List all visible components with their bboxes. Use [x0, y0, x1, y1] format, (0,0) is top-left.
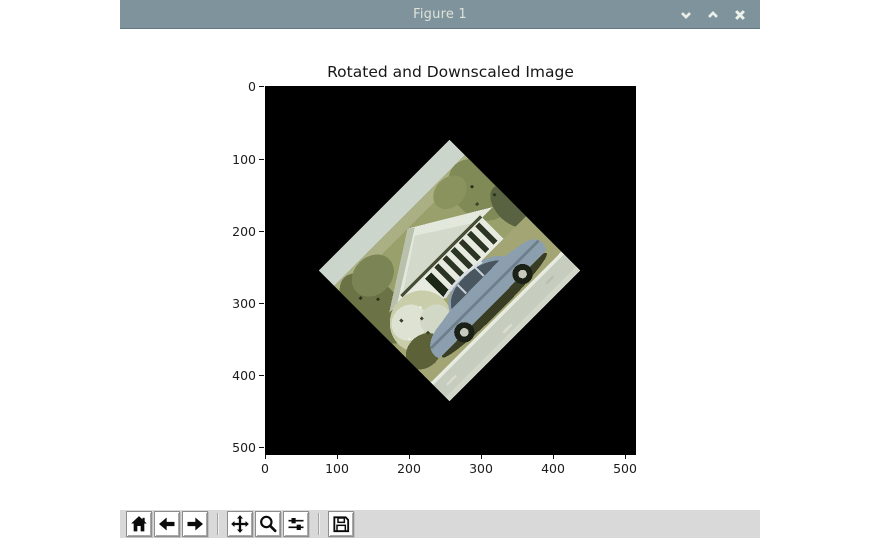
home-icon: [129, 514, 149, 534]
x-tick: [625, 455, 626, 459]
x-tick: [409, 455, 410, 459]
x-tick-label: 200: [379, 461, 439, 476]
arrow-right-icon: [185, 514, 205, 534]
x-tick-label: 300: [451, 461, 511, 476]
y-tick: [259, 231, 264, 232]
y-tick-label: 200: [204, 224, 256, 239]
y-tick-label: 400: [204, 368, 256, 383]
x-tick-label: 0: [235, 461, 295, 476]
y-tick: [259, 303, 264, 304]
navigation-toolbar: [120, 510, 760, 538]
magnifier-icon: [258, 514, 278, 534]
y-tick-label: 500: [204, 440, 256, 455]
y-tick-label: 100: [204, 152, 256, 167]
x-tick-label: 400: [523, 461, 583, 476]
save-button[interactable]: [328, 511, 354, 537]
home-button[interactable]: [126, 511, 152, 537]
forward-button[interactable]: [182, 511, 208, 537]
x-tick: [553, 455, 554, 459]
maximize-button[interactable]: [705, 7, 721, 23]
y-tick-label: 300: [204, 296, 256, 311]
plot-area[interactable]: [265, 86, 636, 455]
minimize-icon: [678, 7, 694, 23]
y-tick-label: 0: [204, 79, 256, 94]
toolbar-separator: [318, 513, 320, 535]
toolbar-separator: [217, 513, 219, 535]
car-house-photo: [319, 140, 581, 402]
close-icon: [732, 7, 748, 23]
y-tick: [259, 159, 264, 160]
window-title: Figure 1: [413, 7, 467, 22]
close-button[interactable]: [732, 7, 748, 23]
y-tick: [259, 375, 264, 376]
y-tick: [259, 86, 264, 87]
maximize-icon: [705, 7, 721, 23]
move-icon: [230, 514, 250, 534]
figure-window: Figure 1: [120, 0, 760, 538]
window-controls: [678, 0, 752, 29]
x-tick: [481, 455, 482, 459]
minimize-button[interactable]: [678, 7, 694, 23]
plot-title: Rotated and Downscaled Image: [265, 63, 636, 81]
rotated-image: [319, 140, 581, 402]
sliders-icon: [286, 514, 306, 534]
x-tick-label: 100: [307, 461, 367, 476]
back-button[interactable]: [154, 511, 180, 537]
x-tick: [337, 455, 338, 459]
x-tick-label: 500: [595, 461, 655, 476]
window-titlebar[interactable]: Figure 1: [120, 0, 760, 29]
x-tick: [265, 455, 266, 459]
floppy-disk-icon: [331, 514, 351, 534]
desktop: Figure 1: [0, 0, 882, 541]
pan-button[interactable]: [227, 511, 253, 537]
zoom-button[interactable]: [255, 511, 281, 537]
y-tick: [259, 447, 264, 448]
arrow-left-icon: [157, 514, 177, 534]
configure-subplots-button[interactable]: [283, 511, 309, 537]
figure-canvas: Rotated and Downscaled Image: [120, 30, 760, 510]
